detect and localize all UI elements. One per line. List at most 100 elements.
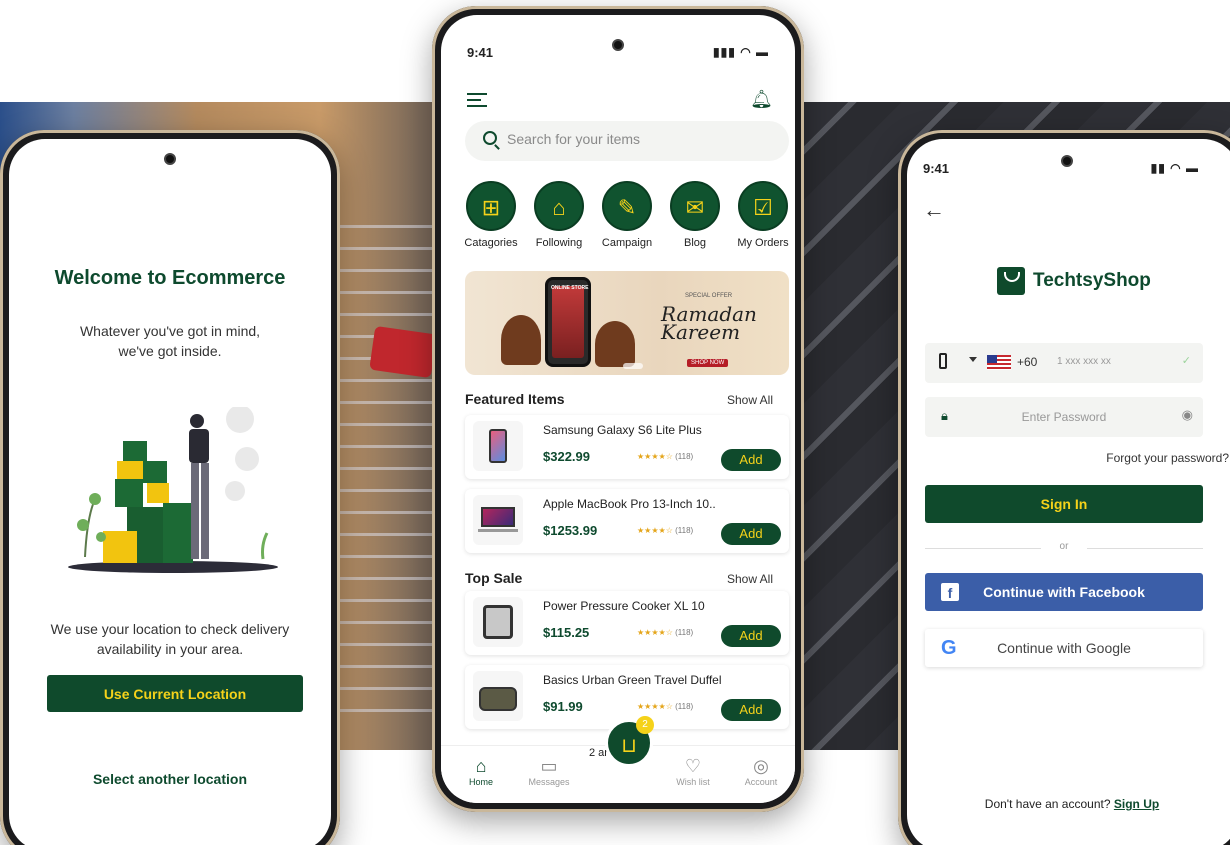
phone-placeholder: 1 xxx xxx xx xyxy=(1057,356,1111,367)
promo-banner[interactable]: ONLINE STORE SPECIAL OFFER Ramadan Karee… xyxy=(465,271,789,375)
google-login-label: Continue with Google xyxy=(997,640,1131,656)
banner-special-offer: SPECIAL OFFER xyxy=(685,293,733,299)
carousel-dots xyxy=(623,363,643,369)
status-time: 9:41 xyxy=(923,161,950,176)
brand-logo: TechtsyShop xyxy=(997,267,1151,295)
orders-icon: ☑ xyxy=(738,181,788,231)
tab-wish-list[interactable]: ♡ Wish list xyxy=(663,756,723,787)
sign-up-link[interactable]: Sign Up xyxy=(1114,797,1159,811)
eye-icon[interactable]: ◉ xyxy=(1182,407,1193,423)
tab-messages[interactable]: ▭ Messages xyxy=(519,756,579,787)
status-icons: ▮▮ ◠ ▬ xyxy=(1150,161,1199,175)
shopping-illustration xyxy=(68,407,278,573)
location-explainer: We use your location to check delivery a… xyxy=(29,619,311,659)
category-following[interactable]: ⌂ Following xyxy=(527,181,591,249)
cart-handle-graphic xyxy=(369,325,437,379)
facebook-login-label: Continue with Facebook xyxy=(983,584,1145,600)
product-rating: ★★★★☆ (118) xyxy=(637,526,694,535)
password-field[interactable]: 🔒︎ Enter Password ◉ xyxy=(925,397,1203,437)
phone-number-field[interactable]: +60 1 xxx xxx xx ✓ xyxy=(925,343,1203,383)
status-time: 9:41 xyxy=(467,45,494,60)
duffel-bag-image xyxy=(473,671,523,721)
front-camera xyxy=(164,153,176,165)
location-explainer-line1: We use your location to check delivery xyxy=(50,621,290,637)
phone-home: 9:41 ▮▮▮ ◠ ▬ 🔔︎ Search for your items ⊞ … xyxy=(432,6,804,812)
tab-account[interactable]: ◎ Account xyxy=(731,756,791,787)
featured-show-all-link[interactable]: Show All xyxy=(727,393,773,407)
tab-home[interactable]: ⌂ Home xyxy=(451,756,511,787)
sign-in-screen: 9:41 ▮▮ ◠ ▬ ← TechtsyShop +60 1 xxx xxx … xyxy=(907,139,1230,845)
review-count: (118) xyxy=(675,452,694,461)
product-price: $115.25 xyxy=(543,625,590,640)
category-catagories[interactable]: ⊞ Catagories xyxy=(459,181,523,249)
no-account-text: Don't have an account? xyxy=(984,797,1111,811)
add-to-cart-button[interactable]: Add xyxy=(721,699,781,721)
phone-welcome: Welcome to Ecommerce Whatever you've got… xyxy=(0,130,340,845)
search-icon xyxy=(483,131,497,145)
brand-name: TechtsyShop xyxy=(1033,270,1151,292)
check-icon: ✓ xyxy=(1181,355,1191,367)
location-explainer-line2: availability in your area. xyxy=(96,641,244,657)
hamburger-menu-icon[interactable] xyxy=(467,93,487,109)
product-rating: ★★★★☆ (118) xyxy=(637,452,694,461)
select-another-location-link[interactable]: Select another location xyxy=(9,771,331,787)
tab-label: Home xyxy=(468,777,493,787)
review-count: (118) xyxy=(675,702,694,711)
chevron-down-icon[interactable] xyxy=(969,357,977,362)
add-to-cart-button[interactable]: Add xyxy=(721,523,781,545)
product-price: $1253.99 xyxy=(543,523,598,538)
tab-label: Account xyxy=(744,777,778,787)
product-price: $322.99 xyxy=(543,449,590,464)
product-name: Power Pressure Cooker XL 10 xyxy=(543,599,705,613)
search-placeholder: Search for your items xyxy=(507,131,641,147)
product-card[interactable]: Power Pressure Cooker XL 10 $115.25 ★★★★… xyxy=(465,591,789,655)
use-current-location-button[interactable]: Use Current Location xyxy=(47,675,303,712)
product-rating: ★★★★☆ (118) xyxy=(637,702,694,711)
review-count: (118) xyxy=(675,526,694,535)
account-icon: ◎ xyxy=(753,756,769,776)
lantern-graphic xyxy=(501,315,541,365)
or-divider: or xyxy=(925,541,1203,555)
category-label: My Orders xyxy=(737,237,789,249)
category-blog[interactable]: ✉ Blog xyxy=(663,181,727,249)
lantern-graphic xyxy=(595,321,635,367)
shopping-bag-icon xyxy=(997,267,1025,295)
laptop-image xyxy=(473,495,523,545)
category-campaign[interactable]: ✎ Campaign xyxy=(595,181,659,249)
bell-icon[interactable]: 🔔︎ xyxy=(750,89,773,110)
product-name: Apple MacBook Pro 13-Inch 10.. xyxy=(543,497,716,511)
messages-icon: ▭ xyxy=(540,756,558,776)
welcome-title: Welcome to Ecommerce xyxy=(54,267,286,289)
status-icons: ▮▮▮ ◠ ▬ xyxy=(713,45,769,59)
review-count: (118) xyxy=(675,628,694,637)
back-arrow-icon[interactable]: ← xyxy=(923,197,945,223)
add-to-cart-button[interactable]: Add xyxy=(721,625,781,647)
category-label: Blog xyxy=(683,237,707,249)
product-card[interactable]: Samsung Galaxy S6 Lite Plus $322.99 ★★★★… xyxy=(465,415,789,479)
product-card[interactable]: Apple MacBook Pro 13-Inch 10.. $1253.99 … xyxy=(465,489,789,553)
facebook-login-button[interactable]: f Continue with Facebook xyxy=(925,573,1203,611)
forgot-password-link[interactable]: Forgot your password? xyxy=(1106,451,1229,465)
search-input[interactable]: Search for your items xyxy=(465,121,789,161)
category-row: ⊞ Catagories ⌂ Following ✎ Campaign ✉ Bl… xyxy=(459,181,795,253)
cart-button[interactable]: ⊔ 2 xyxy=(605,716,654,767)
megaphone-icon: ✎ xyxy=(602,181,652,231)
grid-icon: ⊞ xyxy=(466,181,516,231)
store-icon: ⌂ xyxy=(534,181,584,231)
banner-headline: Ramadan Kareem xyxy=(661,304,771,342)
product-rating: ★★★★☆ (118) xyxy=(637,628,694,637)
cart-count-badge: 2 xyxy=(636,716,654,734)
home-screen: 9:41 ▮▮▮ ◠ ▬ 🔔︎ Search for your items ⊞ … xyxy=(441,15,795,803)
product-name: Samsung Galaxy S6 Lite Plus xyxy=(543,423,702,437)
promo-canvas: Welcome to Ecommerce Whatever you've got… xyxy=(0,0,1230,845)
heart-icon: ♡ xyxy=(684,756,702,776)
shopping-cart-graphic xyxy=(340,212,440,712)
welcome-subtitle: Whatever you've got in mind, we've got i… xyxy=(9,321,331,361)
category-my-orders[interactable]: ☑ My Orders xyxy=(731,181,795,249)
add-to-cart-button[interactable]: Add xyxy=(721,449,781,471)
google-login-button[interactable]: G Continue with Google xyxy=(925,629,1203,667)
top-sale-show-all-link[interactable]: Show All xyxy=(727,572,773,586)
sign-in-button[interactable]: Sign In xyxy=(925,485,1203,523)
us-flag-icon xyxy=(987,355,1011,370)
pressure-cooker-image xyxy=(473,597,523,647)
